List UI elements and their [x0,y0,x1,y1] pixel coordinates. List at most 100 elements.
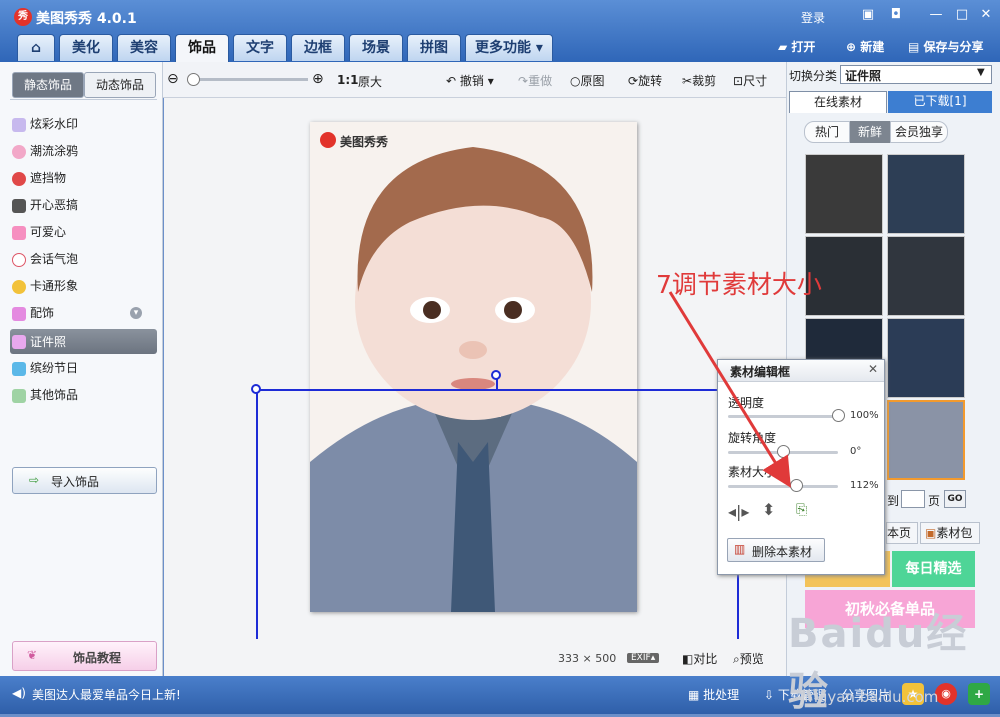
login-link[interactable]: 登录 [801,9,825,26]
gift-icon [12,362,26,376]
rotate-button[interactable]: ⟳旋转 [628,72,662,89]
rotate-label: 旋转 [638,74,663,88]
chevron-down-icon[interactable]: ▾ [488,74,494,88]
maximize-icon[interactable]: □ [952,6,972,24]
tab-downloaded[interactable]: 已下载[1] [888,91,992,113]
subtab-fresh[interactable]: 新鲜 [850,121,890,143]
heart-icon [12,226,26,240]
material-pack-label: 素材包 [936,526,973,540]
close-icon[interactable]: ✕ [868,362,878,376]
tab-static-accessories[interactable]: 静态饰品 [12,72,84,98]
message-icon[interactable]: ▣ [858,6,878,24]
material-pack-button[interactable]: ▣素材包 [920,522,980,544]
rotate-handle[interactable] [491,370,501,380]
suit-thumbnail[interactable] [887,236,965,316]
star-icon [12,389,26,403]
suit-thumbnail[interactable] [887,318,965,398]
list-item-watermark[interactable]: 炫彩水印 [30,113,78,135]
original-button[interactable]: ○原图 [570,72,605,89]
tab-scene[interactable]: 场景 [349,34,403,61]
list-item-other[interactable]: 其他饰品 [30,384,78,406]
preview-label: 预览 [739,652,764,666]
news-ticker[interactable]: 美图达人最爱单品今日上新! [32,686,181,703]
new-button[interactable]: ⊕ 新建 [846,38,884,55]
zoom-slider-knob[interactable] [187,73,200,86]
batch-button[interactable]: ▦ 批处理 [688,686,739,703]
size-button[interactable]: ⊡尺寸 [733,72,767,89]
circle-icon: ○ [570,74,581,88]
sparkle-icon [12,118,26,132]
crop-button[interactable]: ✂裁剪 [682,72,716,89]
list-item-graffiti[interactable]: 潮流涂鸦 [30,140,78,162]
copy-icon[interactable]: ⎘ [796,502,807,518]
zoom-out-icon[interactable]: ⊖ [167,71,179,87]
tab-more-label: 更多功能 [475,40,532,56]
batch-label: 批处理 [703,688,740,702]
size-value: 112% [850,480,879,491]
list-item-heart[interactable]: 可爱心 [30,221,66,243]
annotation-arrow [668,291,791,488]
list-item-bubble[interactable]: 会话气泡 [30,248,78,270]
tab-frame[interactable]: 边框 [291,34,345,61]
suit-thumbnail[interactable] [805,154,883,234]
go-button[interactable]: GO [944,490,966,508]
opacity-slider-knob[interactable] [832,409,845,422]
list-item-prank[interactable]: 开心恶搞 [30,194,78,216]
original-label: 原图 [580,74,605,88]
category-select[interactable]: 证件照 ▼ [840,65,992,84]
this-page-button[interactable]: 本页 [886,522,918,544]
subtab-vip[interactable]: 会员独享 [890,121,948,143]
suit-thumbnail[interactable] [887,154,965,234]
ratio-label[interactable]: 1:1 [337,73,359,87]
zoom-slider[interactable] [190,78,308,81]
compare-button[interactable]: ◧对比 [682,650,717,667]
tab-collage[interactable]: 拼图 [407,34,461,61]
subtab-hot[interactable]: 热门 [804,121,850,143]
redo-icon: ↷ [518,74,529,88]
import-button[interactable]: ⇨ 导入饰品 [12,467,157,494]
tab-text[interactable]: 文字 [233,34,287,61]
ad-daily-picks[interactable]: 每日精选 [892,551,975,587]
photo-watermark: 美图秀秀 [340,135,389,149]
tutorial-icon: ❦ [27,648,38,662]
close-icon[interactable]: ✕ [976,6,996,24]
tab-dynamic-accessories[interactable]: 动态饰品 [84,72,156,98]
exif-button[interactable]: EXIF▴ [627,653,660,663]
preview-button[interactable]: ⌕预览 [733,650,764,667]
list-item-id-photo[interactable]: 证件照 [30,331,66,353]
list-item-accessory[interactable]: 配饰 [30,302,54,324]
cartoon-icon [12,280,26,294]
resize-handle[interactable] [251,384,261,394]
original-size-button[interactable]: 原大 [358,73,382,90]
tutorial-button[interactable]: ❦ 饰品教程 [12,641,157,671]
list-item-festival[interactable]: 缤纷节日 [30,357,78,379]
tab-beauty[interactable]: 美容 [117,34,171,61]
flip-vertical-icon[interactable]: ⬍ [762,500,775,519]
undo-button[interactable]: ↶ 撤销 ▾ [446,72,494,89]
compare-icon: ◧ [682,652,694,666]
zoom-in-icon[interactable]: ⊕ [312,71,324,87]
save-share-button[interactable]: ▤ 保存与分享 [908,38,984,55]
open-button[interactable]: ▰ 打开 [778,38,815,55]
redo-button[interactable]: ↷重做 [518,72,552,89]
tab-accessories[interactable]: 饰品 [175,34,229,62]
suit-thumbnail-selected[interactable] [887,400,965,480]
resize-icon: ⊡ [733,74,744,88]
list-item-cartoon[interactable]: 卡通形象 [30,275,78,297]
delete-material-button[interactable]: ▥ 删除本素材 [727,538,825,562]
mask-icon [12,172,26,186]
tab-home[interactable]: ⌂ [17,34,55,61]
settings-icon[interactable]: ◘ [886,6,906,24]
rotation-value: 0° [850,446,862,457]
flip-horizontal-icon[interactable]: ◂|▸ [728,502,749,521]
tab-online-material[interactable]: 在线素材 [789,91,887,113]
tab-more[interactable]: 更多功能 ▾ [465,34,553,61]
list-item-cover[interactable]: 遮挡物 [30,167,66,189]
minimize-icon[interactable]: — [926,6,946,24]
download-icon: ⇩ [764,688,775,702]
import-icon: ⇨ [29,473,40,487]
expand-icon[interactable]: ▾ [130,307,142,319]
tab-beautify[interactable]: 美化 [59,34,113,61]
page-input[interactable] [901,490,925,508]
speaker-icon: ◀) [12,686,26,700]
